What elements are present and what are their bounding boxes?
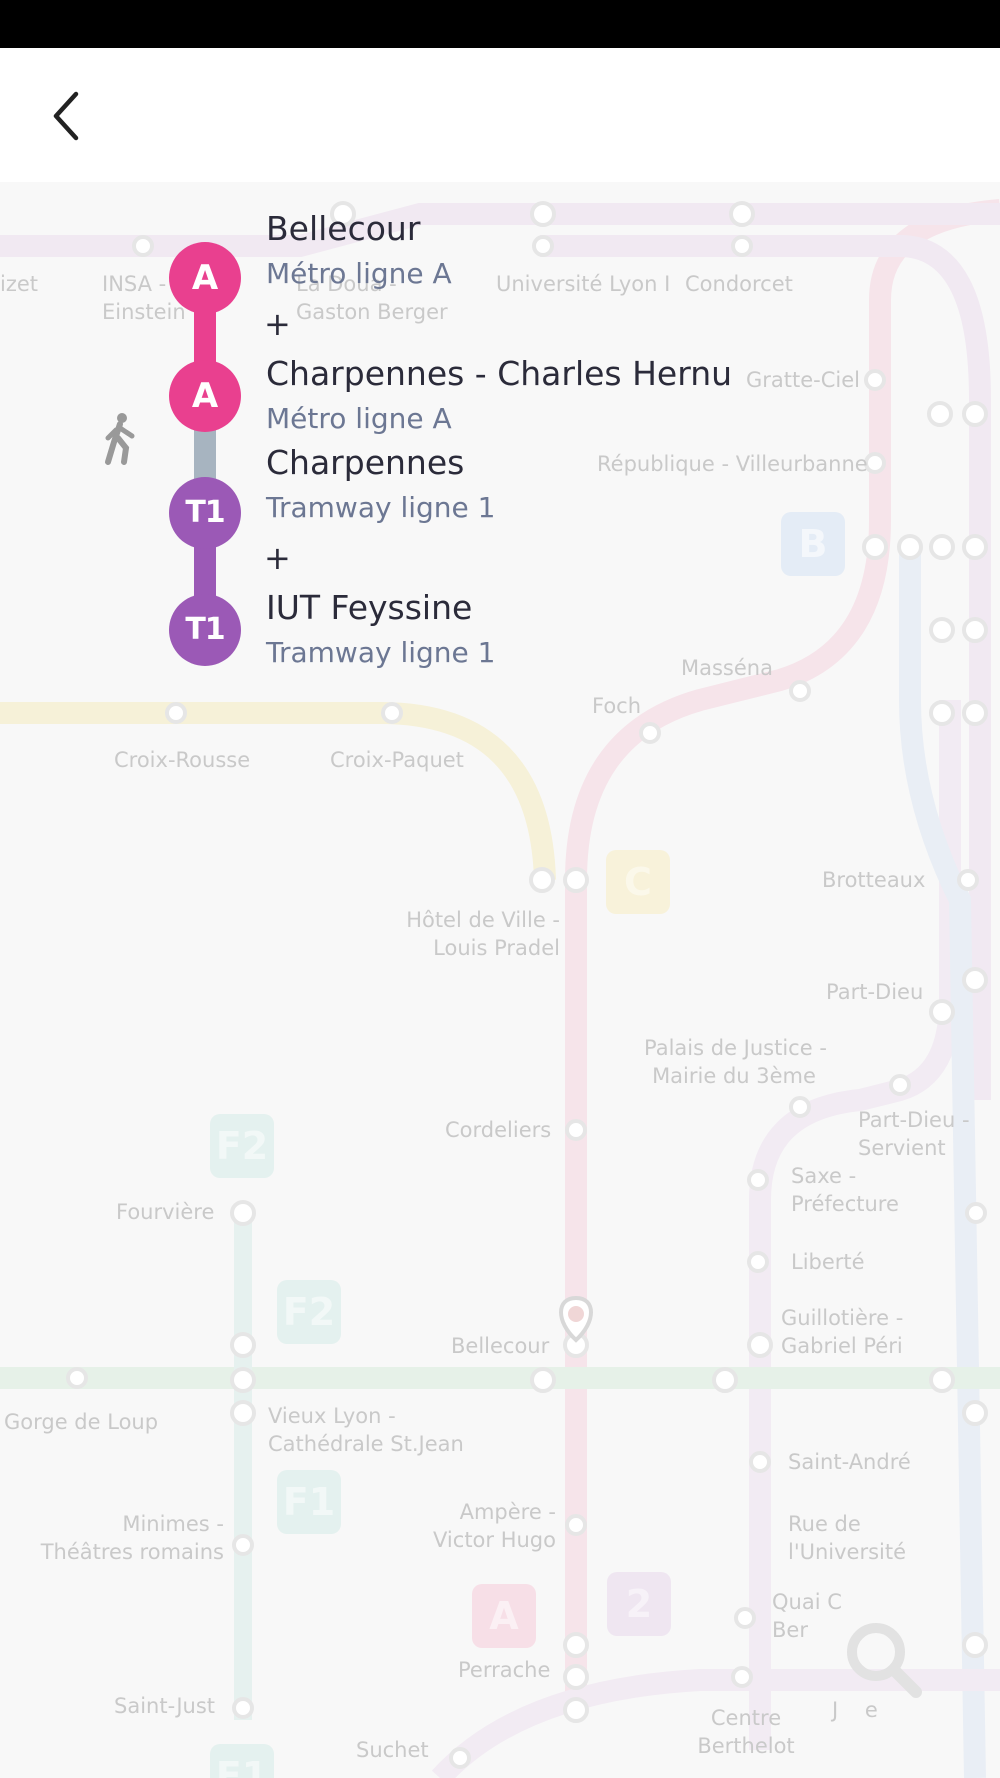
- map-label: Quai C Ber: [772, 1590, 842, 1642]
- stop-name: Charpennes: [266, 443, 465, 482]
- line-name: Tramway ligne 1: [266, 491, 496, 524]
- map-label: Guillotière - Gabriel Péri: [781, 1306, 904, 1358]
- connector-plus: +: [264, 305, 291, 343]
- map-label: Part-Dieu - Servient: [858, 1108, 970, 1160]
- metro-map[interactable]: B C F2 F2 F1 A 2 F1 izet INSA - Einstein…: [0, 182, 1000, 1778]
- line-f2-badge-2: F2: [277, 1280, 341, 1344]
- map-label: Saint-André: [788, 1450, 911, 1474]
- line-2-badge: 2: [607, 1572, 671, 1636]
- line-a-badge-icon: A: [169, 360, 241, 432]
- map-label: Part-Dieu: [826, 980, 924, 1004]
- line-f1-badge-2: F1: [210, 1744, 274, 1778]
- line-c-badge: C: [606, 850, 670, 914]
- map-label: Centre Berthelot: [697, 1706, 795, 1758]
- map-label: izet: [0, 272, 39, 296]
- stop-name: Bellecour: [266, 209, 421, 248]
- line-a-badge: A: [472, 1584, 536, 1648]
- map-label: Fourvière: [116, 1200, 215, 1224]
- map-label: Croix-Rousse: [114, 748, 251, 772]
- status-bar: [0, 0, 1000, 48]
- line-f1-badge: F1: [277, 1470, 341, 1534]
- map-label: Masséna: [681, 656, 773, 680]
- line-name: Métro ligne A: [266, 402, 452, 435]
- map-label: République - Villeurbanne: [597, 452, 868, 476]
- map-label: Gratte-Ciel: [746, 368, 860, 392]
- stop-name: Charpennes - Charles Hernu: [266, 354, 733, 393]
- map-label: Hôtel de Ville - Louis Pradel: [406, 908, 560, 960]
- chevron-left-icon: [53, 91, 79, 141]
- map-label: Perrache: [458, 1658, 551, 1682]
- map-label: Brotteaux: [822, 868, 926, 892]
- map-label: Saxe - Préfecture: [791, 1164, 899, 1216]
- map-label: Foch: [592, 694, 642, 718]
- map-label: Liberté: [791, 1250, 865, 1274]
- line-f2-badge: F2: [210, 1114, 274, 1178]
- map-label: Vieux Lyon - Cathédrale St.Jean: [268, 1404, 464, 1456]
- connector-plus: +: [264, 539, 291, 577]
- line-b-badge: B: [781, 512, 845, 576]
- search-button[interactable]: [838, 1614, 928, 1704]
- map-label: Rue de l'Université: [788, 1512, 907, 1564]
- map-label: Minimes - Théâtres romains: [40, 1512, 224, 1564]
- map-label: Croix-Paquet: [330, 748, 464, 772]
- stop-name: IUT Feyssine: [266, 588, 473, 627]
- search-icon: [847, 1623, 922, 1698]
- line-a-badge-icon: A: [169, 242, 241, 314]
- map-label: Cordeliers: [445, 1118, 552, 1142]
- line-name: Métro ligne A: [266, 257, 452, 290]
- map-label: Palais de Justice - Mairie du 3ème: [644, 1036, 827, 1088]
- line-t1-badge-icon: T1: [169, 594, 241, 666]
- back-button[interactable]: [40, 80, 96, 152]
- map-label: Suchet: [356, 1738, 429, 1762]
- line-name: Tramway ligne 1: [266, 636, 496, 669]
- map-label: Bellecour: [451, 1334, 550, 1358]
- map-label: Gorge de Loup: [4, 1410, 159, 1434]
- app-bar: [0, 48, 1000, 182]
- map-label: Saint-Just: [114, 1694, 216, 1718]
- map-label: Condorcet: [685, 272, 793, 296]
- walking-person-icon: [105, 413, 135, 465]
- line-t1-badge-icon: T1: [169, 477, 241, 549]
- map-label: Ampère - Victor Hugo: [433, 1500, 556, 1552]
- map-label: Université Lyon I: [496, 272, 671, 296]
